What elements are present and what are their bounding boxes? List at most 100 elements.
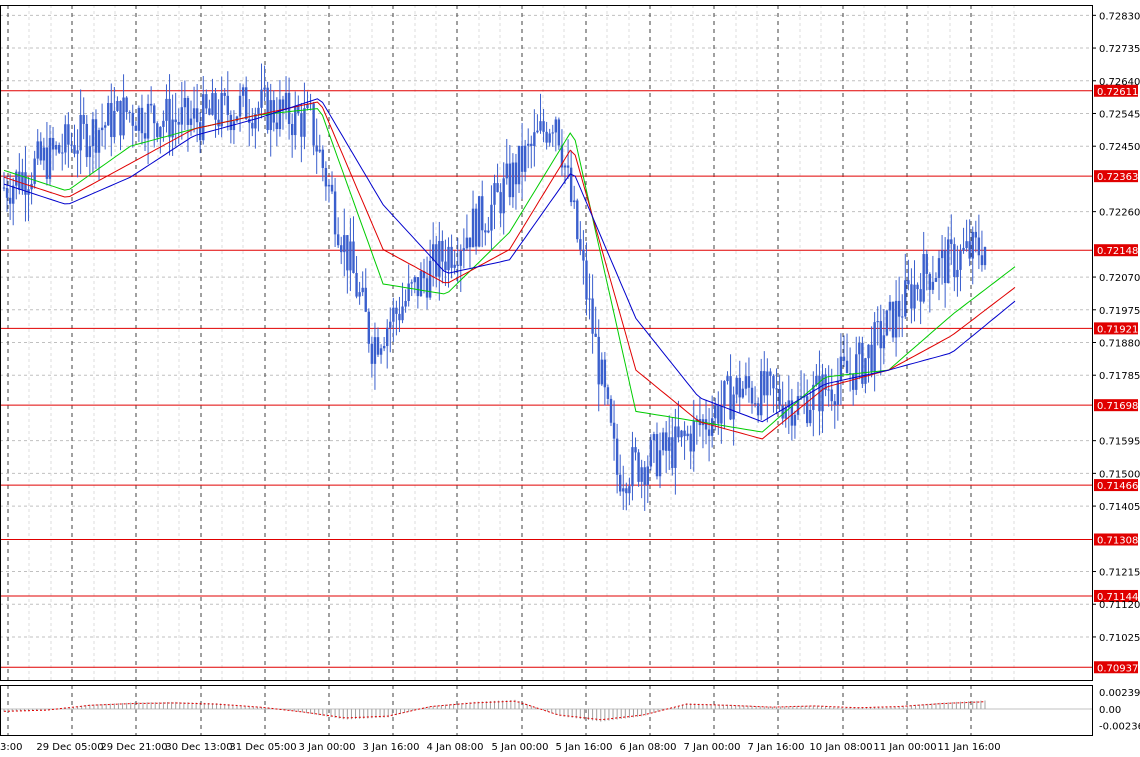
y-tick-label: 0.71975: [1099, 306, 1140, 317]
y-tick-label: 0.71025: [1099, 633, 1140, 644]
candle-body: [257, 107, 260, 115]
candle-body: [508, 163, 512, 198]
candle-body: [208, 108, 211, 115]
x-tick-label: 10 Jan 08:00: [809, 742, 872, 753]
candle-body: [364, 287, 367, 312]
candle-body: [484, 230, 487, 233]
candle-body: [214, 93, 217, 120]
candle-body: [211, 93, 214, 115]
candle-body: [594, 333, 597, 337]
candle-body: [879, 321, 882, 349]
candle-body: [851, 373, 855, 390]
y-tick-label: 0.71880: [1099, 339, 1140, 350]
candle-body: [232, 121, 236, 131]
x-tick-label: 5 Jan 00:00: [492, 742, 549, 753]
candle-body: [769, 371, 772, 376]
candle-body: [45, 147, 49, 179]
candle-body: [349, 241, 352, 271]
candle-body: [499, 192, 502, 214]
candle-body: [980, 255, 984, 266]
candle-body: [324, 167, 328, 187]
candle-body: [664, 432, 668, 451]
candle-body: [370, 343, 374, 364]
candle-body: [162, 120, 165, 127]
candle-body: [244, 87, 248, 120]
candle-body: [855, 354, 858, 390]
osc-y-tick-label: 0.00: [1099, 705, 1121, 716]
candle-body: [600, 359, 603, 385]
candle-body: [864, 358, 867, 384]
candle-body: [661, 432, 665, 451]
candle-body: [962, 247, 965, 251]
x-tick-label: 3:00: [0, 742, 22, 753]
candle-body: [683, 430, 686, 437]
candle-body: [100, 127, 104, 131]
candle-body: [618, 474, 622, 492]
candle-body: [333, 191, 337, 235]
x-tick-label: 30 Dec 13:00: [165, 742, 232, 753]
candle-body: [312, 103, 315, 146]
candle-body: [677, 426, 680, 438]
candle-body: [551, 132, 554, 134]
candle-body: [70, 144, 73, 146]
y-tick-label: 0.72735: [1099, 44, 1140, 55]
candle-body: [916, 284, 919, 290]
candle-body: [61, 152, 64, 154]
candle-body: [597, 336, 600, 385]
candle-body: [576, 200, 579, 240]
candle-body: [281, 99, 285, 111]
candle-body: [352, 241, 355, 273]
candle-body: [747, 376, 751, 388]
candle-body: [496, 183, 499, 193]
x-tick-label: 11 Jan 16:00: [937, 742, 1000, 753]
candle-body: [689, 433, 692, 452]
candle-body: [263, 87, 266, 90]
candle-body: [815, 375, 818, 385]
candle-body: [573, 200, 576, 203]
candle-body: [76, 150, 79, 154]
candle-body: [910, 284, 913, 309]
candle-body: [606, 387, 610, 399]
candle-body: [940, 250, 944, 259]
candle-body: [174, 119, 177, 123]
candle-body: [343, 235, 346, 253]
candle-body: [481, 196, 484, 231]
candle-body: [278, 99, 282, 130]
candle-body: [533, 132, 536, 146]
candle-body: [931, 281, 935, 290]
candle-body: [934, 277, 938, 282]
candle-body: [523, 145, 527, 172]
candle-body: [726, 376, 729, 382]
candle-body: [465, 237, 469, 249]
y-tick-label: 0.71215: [1099, 568, 1140, 579]
candle-body: [566, 165, 570, 168]
candle-body: [153, 105, 156, 124]
x-tick-label: 4 Jan 08:00: [427, 742, 484, 753]
candle-body: [404, 301, 407, 307]
candle-body: [336, 234, 340, 246]
candle-body: [462, 248, 466, 251]
candle-body: [717, 404, 720, 424]
level-tag-label: 0.71921: [1097, 324, 1138, 335]
candle-body: [922, 254, 925, 302]
candle-body: [392, 307, 395, 322]
candle-body: [894, 300, 898, 338]
candle-body: [159, 126, 162, 138]
level-tag-label: 0.71698: [1097, 401, 1138, 412]
y-tick-label: 0.71595: [1099, 437, 1140, 448]
candle-body: [373, 337, 377, 364]
candle-body: [146, 103, 150, 139]
candle-body: [514, 162, 518, 185]
candle-body: [897, 300, 901, 317]
candle-body: [692, 421, 695, 452]
candle-body: [419, 271, 423, 297]
candle-body: [527, 143, 530, 146]
candle-body: [254, 114, 257, 129]
candle-body: [686, 433, 689, 437]
candle-body: [340, 245, 343, 253]
candle-body: [710, 418, 714, 436]
y-tick-label: 0.72070: [1099, 273, 1140, 284]
candle-body: [925, 254, 928, 274]
candle-body: [186, 97, 190, 125]
candle-body: [156, 123, 159, 138]
